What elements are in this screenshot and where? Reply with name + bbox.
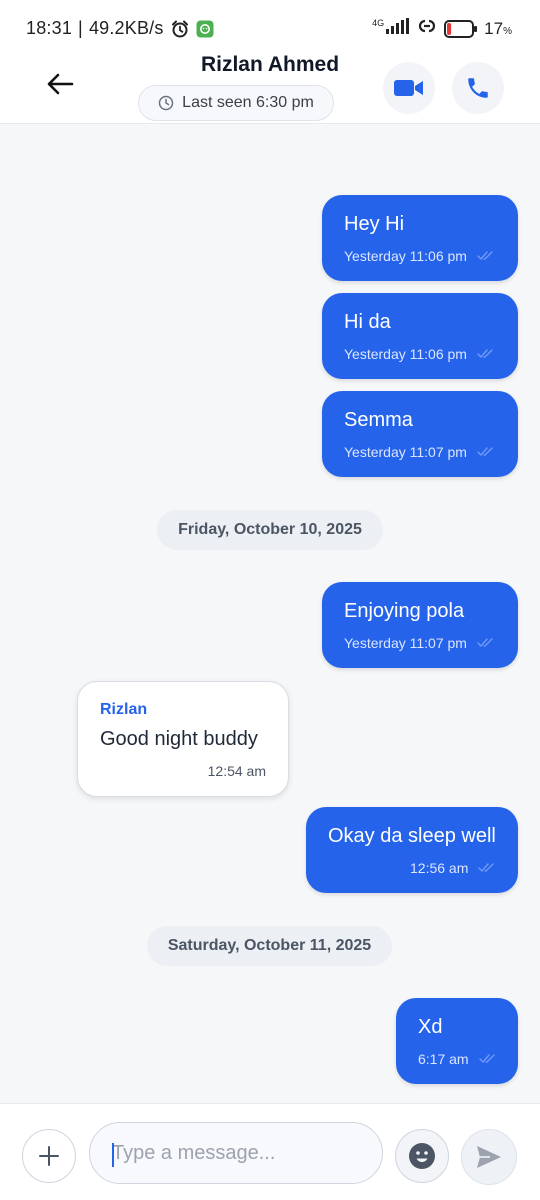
message-text: Okay da sleep well xyxy=(328,825,496,847)
message-time: 6:17 am xyxy=(418,1051,469,1067)
battery-percent-unit: % xyxy=(503,25,512,37)
emoji-button[interactable] xyxy=(395,1129,449,1183)
message-composer xyxy=(0,1103,540,1200)
double-check-icon xyxy=(477,638,495,648)
message-meta: Yesterday 11:07 pm xyxy=(344,635,495,651)
message-text: Hey Hi xyxy=(344,213,405,235)
status-bar: 18:31 | 49.2KB/s 4G 17% xyxy=(0,0,540,50)
emoji-icon xyxy=(409,1143,435,1169)
double-check-icon xyxy=(477,251,495,261)
clock-icon xyxy=(158,95,174,111)
message-text: Enjoying pola xyxy=(344,600,465,622)
message-outgoing[interactable]: Enjoying pola Yesterday 11:07 pm xyxy=(322,582,518,668)
send-button[interactable] xyxy=(461,1129,517,1185)
message-meta: 12:56 am xyxy=(410,860,496,876)
message-outgoing[interactable]: Okay da sleep well 12:56 am xyxy=(306,807,518,893)
plus-icon xyxy=(39,1146,59,1166)
message-input[interactable] xyxy=(90,1123,382,1183)
message-input-container[interactable] xyxy=(89,1122,383,1184)
video-call-button[interactable] xyxy=(383,62,435,114)
network-type-label: 4G xyxy=(372,17,385,28)
send-icon xyxy=(477,1146,501,1168)
message-time: Yesterday 11:07 pm xyxy=(344,444,467,460)
last-seen-badge: Last seen 6:30 pm xyxy=(138,85,334,121)
status-right: 4G 17% xyxy=(372,18,512,39)
message-text: Xd xyxy=(418,1016,443,1038)
signal-icon xyxy=(386,18,410,39)
double-check-icon xyxy=(478,863,496,873)
date-separator: Friday, October 10, 2025 xyxy=(157,510,383,550)
double-check-icon xyxy=(478,1054,497,1064)
voice-call-button[interactable] xyxy=(452,62,504,114)
attach-button[interactable] xyxy=(22,1129,76,1183)
message-outgoing[interactable]: Xd 6:17 am xyxy=(396,998,518,1084)
status-separator: | xyxy=(78,18,83,38)
message-time: Yesterday 11:06 pm xyxy=(344,248,467,264)
message-text: Hi da xyxy=(344,311,391,333)
date-separator: Saturday, October 11, 2025 xyxy=(147,926,392,966)
status-left: 18:31 | 49.2KB/s xyxy=(26,18,214,39)
message-time: Yesterday 11:06 pm xyxy=(344,346,467,362)
message-text: Good night buddy xyxy=(100,728,258,750)
message-meta: Yesterday 11:06 pm xyxy=(344,346,495,362)
video-camera-icon xyxy=(394,80,423,96)
message-outgoing[interactable]: Semma Yesterday 11:07 pm xyxy=(322,391,518,477)
message-text: Semma xyxy=(344,409,413,431)
app-notification-icon xyxy=(196,20,214,38)
message-time: 12:56 am xyxy=(410,860,469,876)
phone-icon xyxy=(468,78,488,98)
message-outgoing[interactable]: Hey Hi Yesterday 11:06 pm xyxy=(322,195,518,281)
message-meta: Yesterday 11:07 pm xyxy=(344,444,495,460)
message-meta: Yesterday 11:06 pm xyxy=(344,248,495,264)
message-meta: 6:17 am xyxy=(418,1051,497,1067)
chat-header: Rizlan Ahmed Last seen 6:30 pm xyxy=(0,50,540,124)
message-time: Yesterday 11:07 pm xyxy=(344,635,467,651)
battery-percent-value: 17 xyxy=(484,18,504,38)
message-sender: Rizlan xyxy=(100,701,148,718)
last-seen-text: Last seen 6:30 pm xyxy=(182,94,314,111)
message-outgoing[interactable]: Hi da Yesterday 11:06 pm xyxy=(322,293,518,379)
status-time: 18:31 xyxy=(26,18,73,38)
alarm-icon xyxy=(170,19,190,39)
battery-icon xyxy=(444,19,478,38)
chat-messages: Hey Hi Yesterday 11:06 pm Hi da Yesterda… xyxy=(0,125,540,1103)
double-check-icon xyxy=(477,349,495,359)
double-check-icon xyxy=(477,447,495,457)
battery-percent: 17% xyxy=(484,19,512,39)
text-caret xyxy=(112,1143,114,1167)
hotspot-link-icon xyxy=(416,18,438,39)
message-incoming[interactable]: Rizlan Good night buddy 12:54 am xyxy=(77,681,289,797)
message-time: 12:54 am xyxy=(207,763,266,779)
network-speed: 49.2KB/s xyxy=(88,18,164,38)
